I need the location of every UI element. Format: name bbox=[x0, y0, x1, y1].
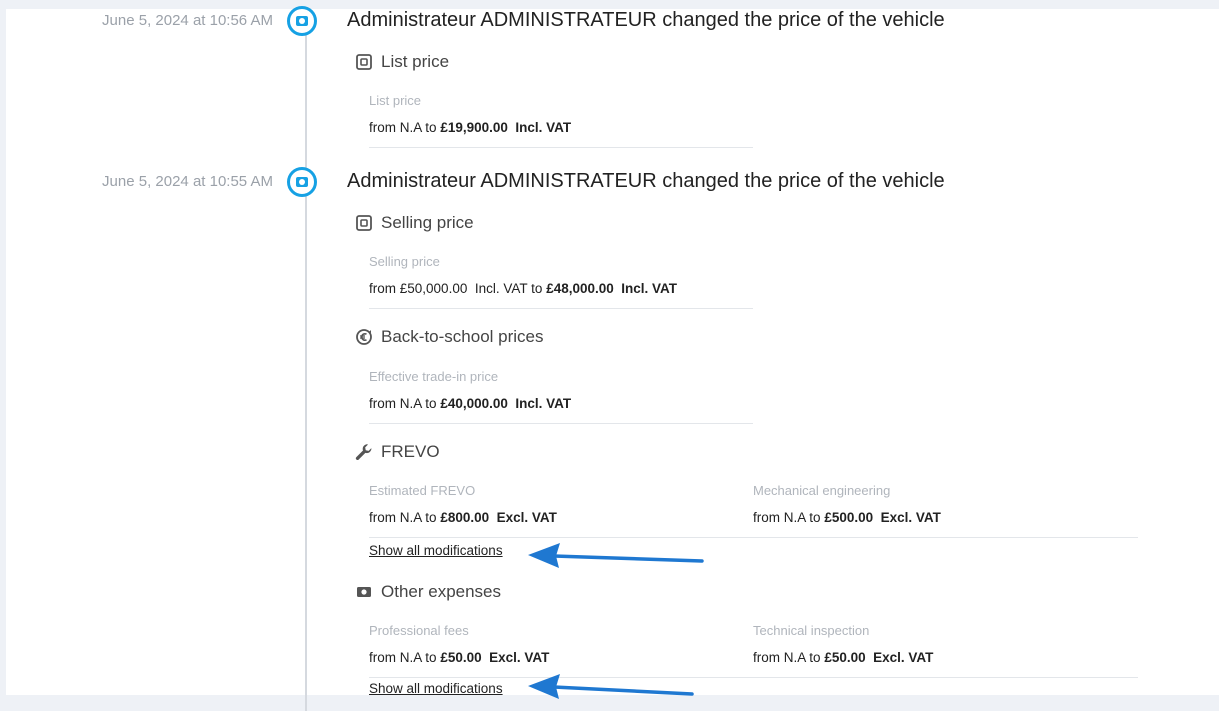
euro-exchange-icon bbox=[354, 327, 374, 347]
timeline-line bbox=[305, 31, 307, 711]
money-bill-icon bbox=[287, 167, 317, 197]
divider bbox=[369, 308, 753, 309]
divider bbox=[369, 677, 1138, 678]
field-estimated-frevo: Estimated FREVO from N.A to £800.00 Excl… bbox=[369, 483, 557, 526]
field-value: from N.A to £50.00 Excl. VAT bbox=[369, 650, 550, 665]
field-label: Technical inspection bbox=[753, 623, 870, 638]
annotation-arrow bbox=[528, 543, 704, 568]
field-list-price: List price from N.A to £19,900.00 Incl. … bbox=[369, 93, 571, 136]
divider bbox=[369, 147, 753, 148]
section-title-label: FREVO bbox=[381, 442, 440, 461]
wallet-icon bbox=[354, 213, 374, 233]
history-panel: June 5, 2024 at 10:56 AM Administrateur … bbox=[6, 6, 1219, 711]
field-effective-trade-in-price: Effective trade-in price from N.A to £40… bbox=[369, 369, 571, 412]
field-value: from N.A to £19,900.00 Incl. VAT bbox=[369, 120, 572, 135]
field-value: from N.A to £500.00 Excl. VAT bbox=[753, 510, 941, 525]
section-back-to-school-prices: Back-to-school prices bbox=[354, 327, 544, 347]
wrench-icon bbox=[354, 442, 374, 462]
field-value: from N.A to £50.00 Excl. VAT bbox=[753, 650, 934, 665]
event-timestamp: June 5, 2024 at 10:55 AM bbox=[102, 173, 273, 190]
field-technical-inspection: Technical inspection from N.A to £50.00 … bbox=[753, 623, 933, 666]
section-title-label: Selling price bbox=[381, 213, 474, 232]
field-value: from N.A to £40,000.00 Incl. VAT bbox=[369, 396, 572, 411]
event-title: Administrateur ADMINISTRATEUR changed th… bbox=[347, 170, 945, 192]
field-label: Selling price bbox=[369, 254, 440, 269]
divider bbox=[369, 423, 753, 424]
section-list-price: List price bbox=[354, 52, 449, 72]
field-value: from N.A to £800.00 Excl. VAT bbox=[369, 510, 557, 525]
section-frevo: FREVO bbox=[354, 442, 440, 462]
show-all-modifications-link[interactable]: Show all modifications bbox=[369, 543, 503, 558]
money-bill-icon bbox=[287, 6, 317, 36]
field-label: List price bbox=[369, 93, 422, 108]
wallet-icon bbox=[354, 52, 374, 72]
field-selling-price: Selling price from £50,000.00 Incl. VAT … bbox=[369, 254, 677, 297]
section-title-label: List price bbox=[381, 52, 450, 71]
section-other-expenses: Other expenses bbox=[354, 582, 501, 602]
field-mechanical-engineering: Mechanical engineering from N.A to £500.… bbox=[753, 483, 941, 526]
section-title-label: Back-to-school prices bbox=[381, 327, 544, 346]
money-bill-icon bbox=[354, 582, 374, 602]
show-all-modifications-link[interactable]: Show all modifications bbox=[369, 681, 503, 696]
divider bbox=[369, 537, 1138, 538]
field-label: Effective trade-in price bbox=[369, 369, 499, 384]
annotation-arrow bbox=[528, 674, 694, 699]
field-label: Professional fees bbox=[369, 623, 469, 638]
field-label: Mechanical engineering bbox=[753, 483, 891, 498]
field-label: Estimated FREVO bbox=[369, 483, 476, 498]
section-title-label: Other expenses bbox=[381, 582, 502, 601]
field-professional-fees: Professional fees from N.A to £50.00 Exc… bbox=[369, 623, 549, 666]
event-title: Administrateur ADMINISTRATEUR changed th… bbox=[347, 9, 945, 31]
section-selling-price: Selling price bbox=[354, 213, 474, 233]
event-timestamp: June 5, 2024 at 10:56 AM bbox=[102, 12, 273, 29]
field-value: from £50,000.00 Incl. VAT to £48,000.00 … bbox=[369, 281, 678, 296]
